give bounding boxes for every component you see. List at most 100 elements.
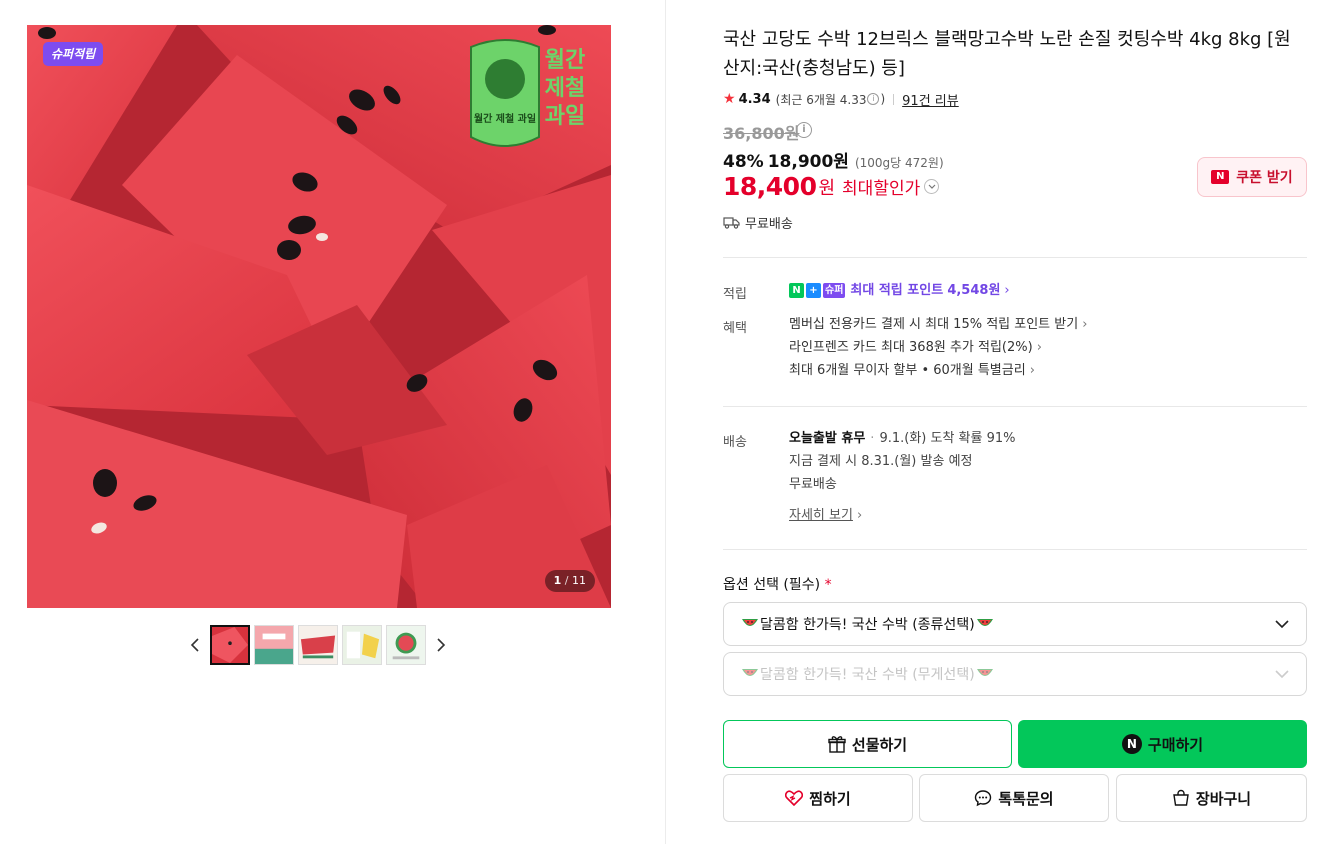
option-select-weight[interactable]: 달콤함 한가득! 국산 수박 (무게선택) (723, 652, 1307, 696)
discount-price-line: 48% 18,900원 (100g당 472원) (723, 147, 944, 172)
delivery-detail-link[interactable]: 자세히 보기 › (789, 504, 1015, 527)
product-main-image[interactable]: 월간 제철 과일 월간 제철 과일 슈퍼적립 1 / 11 (27, 25, 611, 608)
benefits-label: 혜택 (723, 321, 747, 336)
free-shipping-text: 무료배송 (745, 217, 793, 232)
detail-link-text: 자세히 보기 (789, 508, 853, 523)
watermelon-icon (976, 669, 993, 676)
points-icons: N + 슈퍼 (789, 283, 846, 298)
points-label: 적립 (723, 287, 747, 302)
unit-price: (100g당 472원) (854, 156, 944, 170)
benefit-item[interactable]: 멤버십 전용카드 결제 시 최대 15% 적립 포인트 받기 › (789, 313, 1087, 336)
truck-icon (723, 217, 740, 229)
divider (723, 257, 1307, 258)
chevron-right-icon: › (1029, 363, 1035, 378)
original-price: 36,800원 (723, 124, 800, 143)
max-discount-price: 18,400 (723, 172, 817, 201)
chevron-right-icon: › (1082, 317, 1088, 332)
naver-coupon-icon: N (1211, 170, 1230, 184)
shipping-fee: 무료배송 (789, 477, 837, 492)
discount-rate: 48% (723, 152, 764, 172)
rating-summary: ★ 4.34 (최근 6개월 4.33 i ) 91건 리뷰 (723, 89, 959, 109)
watermelon-icon (976, 619, 993, 626)
rating-score: 4.34 (738, 91, 771, 107)
benefit-item[interactable]: 최대 6개월 무이자 할부 • 60개월 특별금리 › (789, 359, 1087, 382)
wishlist-button[interactable]: 찜하기 (723, 774, 913, 822)
chevron-right-icon: › (1036, 340, 1042, 355)
plus-icon: + (806, 283, 821, 298)
separator-dot: · (870, 431, 875, 446)
points-text: 최대 적립 포인트 (850, 283, 944, 298)
benefit-text: 멤버십 전용카드 결제 시 최대 15% 적립 포인트 받기 (789, 317, 1079, 332)
divider (723, 406, 1307, 407)
thumbnail-1[interactable] (210, 625, 250, 665)
option-select-type-value: 달콤함 한가득! 국산 수박 (종류선택) (740, 614, 1274, 634)
rating-recent: (최근 6개월 4.33 (775, 92, 867, 107)
chevron-down-icon (1275, 670, 1289, 679)
talk-inquiry-button[interactable]: 톡톡문의 (919, 774, 1109, 822)
free-shipping-row: 무료배송 (723, 213, 793, 232)
thumbnail-3[interactable] (298, 625, 338, 665)
ship-note: 지금 결제 시 8.31.(월) 발송 예정 (789, 454, 973, 469)
delivery-label: 배송 (723, 435, 747, 450)
talk-inquiry-label: 톡톡문의 (998, 789, 1054, 808)
gift-button[interactable]: 선물하기 (723, 720, 1012, 768)
thumbnail-4[interactable] (342, 625, 382, 665)
delivery-today-line: 오늘출발 휴무 · 9.1.(화) 도착 확률 91% (789, 427, 1015, 450)
thumbnail-5[interactable] (386, 625, 426, 665)
benefit-text: 최대 6개월 무이자 할부 • 60개월 특별금리 (789, 363, 1026, 378)
thumbnail-2[interactable] (254, 625, 294, 665)
product-title: 국산 고당도 수박 12브릭스 블랙망고수박 노란 손질 컷팅수박 4kg 8k… (723, 29, 1291, 79)
benefit-item[interactable]: 라인프렌즈 카드 최대 368원 추가 적립(2%) › (789, 336, 1087, 359)
naver-pay-icon: N (1121, 734, 1142, 754)
sale-price: 18,900원 (767, 152, 849, 172)
option-label: 옵션 선택 (필수) * (723, 574, 832, 594)
svg-text:제철: 제철 (545, 76, 585, 101)
super-icon: 슈퍼 (823, 283, 846, 298)
option-label-text: 옵션 선택 (필수) (723, 577, 821, 593)
svg-text:과일: 과일 (545, 104, 585, 129)
points-link[interactable]: N + 슈퍼 최대 적립 포인트 4,548원 › (789, 279, 1010, 302)
naver-n-icon: N (789, 283, 804, 298)
cart-button[interactable]: 장바구니 (1116, 774, 1307, 822)
thumb-prev-icon[interactable] (184, 625, 206, 665)
image-gallery: 월간 제철 과일 월간 제철 과일 슈퍼적립 1 / 11 (0, 0, 666, 844)
coupon-button[interactable]: N 쿠폰 받기 (1197, 157, 1307, 197)
today-dispatch-status: 오늘출발 휴무 (789, 431, 866, 446)
chevron-right-icon: › (856, 508, 863, 523)
cart-button-label: 장바구니 (1195, 789, 1252, 808)
divider (893, 93, 895, 105)
thumb-next-icon[interactable] (430, 625, 452, 665)
points-amount: 4,548원 (947, 283, 1001, 298)
thumbnail-strip (184, 625, 452, 665)
required-mark: * (824, 577, 832, 593)
benefit-text: 라인프렌즈 카드 최대 368원 추가 적립(2%) (789, 340, 1033, 355)
buy-button-label: 구매하기 (1147, 735, 1204, 754)
arrival-estimate: 9.1.(화) 도착 확률 91% (879, 431, 1016, 446)
super-points-badge: 슈퍼적립 (43, 42, 104, 66)
price-info-icon[interactable]: i (796, 122, 812, 138)
divider (723, 549, 1307, 550)
info-icon[interactable]: i (867, 93, 880, 105)
wishlist-button-label: 찜하기 (809, 789, 851, 808)
buy-button[interactable]: N 구매하기 (1018, 720, 1307, 768)
heart-icon (785, 790, 804, 806)
benefits-list: 멤버십 전용카드 결제 시 최대 15% 적립 포인트 받기 › 라인프렌즈 카드… (789, 313, 1087, 382)
option-select-weight-value: 달콤함 한가득! 국산 수박 (무게선택) (740, 664, 1274, 684)
max-discount-line: 18,400 원 최대할인가 (723, 172, 940, 201)
watermelon-icon (742, 619, 758, 626)
max-discount-label: 최대할인가 (842, 179, 921, 199)
chevron-down-icon (1275, 620, 1289, 629)
shopping-bag-icon (1173, 789, 1189, 806)
option-select-type[interactable]: 달콤함 한가득! 국산 수박 (종류선택) (723, 602, 1307, 646)
review-count-link[interactable]: 91건 리뷰 (902, 90, 959, 109)
rating-recent-close: ) (880, 92, 886, 106)
chevron-down-icon[interactable] (924, 179, 940, 194)
chevron-right-icon: › (1004, 283, 1010, 298)
svg-text:월간 제철 과일: 월간 제철 과일 (474, 112, 536, 125)
option-select-type-text: 달콤함 한가득! 국산 수박 (종류선택) (760, 617, 975, 633)
watermelon-icon (742, 669, 758, 676)
max-discount-won: 원 (818, 177, 836, 199)
image-counter-total: 11 (572, 574, 586, 587)
delivery-info: 오늘출발 휴무 · 9.1.(화) 도착 확률 91% 지금 결제 시 8.31… (789, 427, 1015, 527)
image-counter: 1 / 11 (544, 570, 595, 592)
